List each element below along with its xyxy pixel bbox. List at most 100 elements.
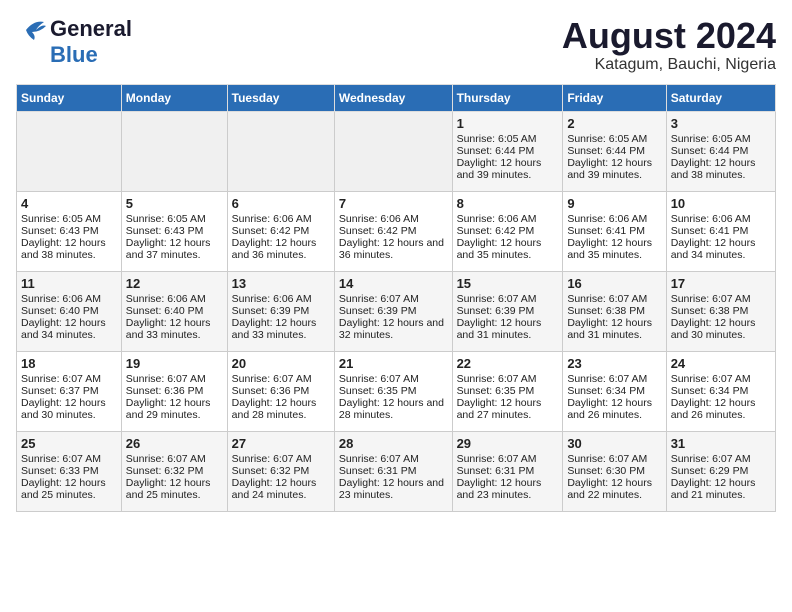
- day-info: Sunrise: 6:05 AMSunset: 6:44 PMDaylight:…: [567, 133, 661, 181]
- calendar-cell: 5Sunrise: 6:05 AMSunset: 6:43 PMDaylight…: [121, 191, 227, 271]
- day-number: 3: [671, 116, 771, 131]
- day-info: Sunrise: 6:05 AMSunset: 6:44 PMDaylight:…: [671, 133, 771, 181]
- day-number: 31: [671, 436, 771, 451]
- calendar-cell: [227, 111, 334, 191]
- day-info: Sunrise: 6:06 AMSunset: 6:42 PMDaylight:…: [339, 213, 448, 261]
- day-info: Sunrise: 6:07 AMSunset: 6:31 PMDaylight:…: [339, 453, 448, 501]
- day-number: 13: [232, 276, 330, 291]
- day-number: 16: [567, 276, 661, 291]
- calendar-cell: 30Sunrise: 6:07 AMSunset: 6:30 PMDayligh…: [563, 431, 666, 511]
- calendar-cell: 26 Sunrise: 6:07 AMSunset: 6:32 PMDayligh…: [121, 431, 227, 511]
- day-info: Sunrise: 6:07 AMSunset: 6:38 PMDaylight:…: [567, 293, 661, 341]
- day-info: Sunrise: 6:06 AMSunset: 6:40 PMDaylight:…: [21, 293, 117, 341]
- calendar-week-row: 25 Sunrise: 6:07 AMSunset: 6:33 PMDayligh…: [17, 431, 776, 511]
- calendar-cell: 7 Sunrise: 6:06 AMSunset: 6:42 PMDaylight…: [334, 191, 452, 271]
- calendar-cell: 8 Sunrise: 6:06 AMSunset: 6:42 PMDaylight…: [452, 191, 563, 271]
- day-number: 29: [457, 436, 559, 451]
- calendar-week-row: 1 Sunrise: 6:05 AMSunset: 6:44 PMDaylight…: [17, 111, 776, 191]
- calendar-cell: 4Sunrise: 6:05 AMSunset: 6:43 PMDaylight…: [17, 191, 122, 271]
- calendar-cell: 28 Sunrise: 6:07 AMSunset: 6:31 PMDayligh…: [334, 431, 452, 511]
- calendar-cell: 31 Sunrise: 6:07 AMSunset: 6:29 PMDayligh…: [666, 431, 775, 511]
- logo: General Blue: [16, 16, 132, 68]
- calendar-cell: 6 Sunrise: 6:06 AMSunset: 6:42 PMDaylight…: [227, 191, 334, 271]
- calendar-cell: 23Sunrise: 6:07 AMSunset: 6:34 PMDayligh…: [563, 351, 666, 431]
- day-info: Sunrise: 6:07 AMSunset: 6:29 PMDaylight:…: [671, 453, 771, 501]
- calendar-header-row: Sunday Monday Tuesday Wednesday Thursday…: [17, 84, 776, 111]
- day-number: 25: [21, 436, 117, 451]
- day-number: 1: [457, 116, 559, 131]
- day-number: 5: [126, 196, 223, 211]
- calendar-cell: 24 Sunrise: 6:07 AMSunset: 6:34 PMDayligh…: [666, 351, 775, 431]
- col-sunday: Sunday: [17, 84, 122, 111]
- col-saturday: Saturday: [666, 84, 775, 111]
- calendar-week-row: 4Sunrise: 6:05 AMSunset: 6:43 PMDaylight…: [17, 191, 776, 271]
- day-number: 9: [567, 196, 661, 211]
- day-number: 12: [126, 276, 223, 291]
- day-number: 22: [457, 356, 559, 371]
- calendar-cell: [17, 111, 122, 191]
- calendar-cell: 29 Sunrise: 6:07 AMSunset: 6:31 PMDayligh…: [452, 431, 563, 511]
- calendar-cell: 20Sunrise: 6:07 AMSunset: 6:36 PMDayligh…: [227, 351, 334, 431]
- calendar-cell: 12 Sunrise: 6:06 AMSunset: 6:40 PMDayligh…: [121, 271, 227, 351]
- calendar-cell: 15 Sunrise: 6:07 AMSunset: 6:39 PMDayligh…: [452, 271, 563, 351]
- col-friday: Friday: [563, 84, 666, 111]
- day-number: 17: [671, 276, 771, 291]
- day-info: Sunrise: 6:07 AMSunset: 6:32 PMDaylight:…: [232, 453, 330, 501]
- calendar-week-row: 18 Sunrise: 6:07 AMSunset: 6:37 PMDayligh…: [17, 351, 776, 431]
- day-number: 2: [567, 116, 661, 131]
- day-info: Sunrise: 6:07 AMSunset: 6:31 PMDaylight:…: [457, 453, 559, 501]
- day-info: Sunrise: 6:07 AMSunset: 6:34 PMDaylight:…: [671, 373, 771, 421]
- logo-icon: [16, 18, 46, 40]
- day-info: Sunrise: 6:07 AMSunset: 6:39 PMDaylight:…: [339, 293, 448, 341]
- day-info: Sunrise: 6:05 AMSunset: 6:44 PMDaylight:…: [457, 133, 559, 181]
- day-info: Sunrise: 6:07 AMSunset: 6:36 PMDaylight:…: [232, 373, 330, 421]
- calendar-cell: [334, 111, 452, 191]
- day-number: 7: [339, 196, 448, 211]
- day-number: 26: [126, 436, 223, 451]
- day-info: Sunrise: 6:06 AMSunset: 6:39 PMDaylight:…: [232, 293, 330, 341]
- calendar-cell: 2 Sunrise: 6:05 AMSunset: 6:44 PMDaylight…: [563, 111, 666, 191]
- day-info: Sunrise: 6:06 AMSunset: 6:42 PMDaylight:…: [457, 213, 559, 261]
- calendar-cell: 3 Sunrise: 6:05 AMSunset: 6:44 PMDaylight…: [666, 111, 775, 191]
- col-monday: Monday: [121, 84, 227, 111]
- page-subtitle: Katagum, Bauchi, Nigeria: [562, 56, 776, 74]
- day-info: Sunrise: 6:06 AMSunset: 6:40 PMDaylight:…: [126, 293, 223, 341]
- logo-text-blue: Blue: [50, 42, 98, 68]
- day-number: 6: [232, 196, 330, 211]
- day-number: 19: [126, 356, 223, 371]
- day-number: 24: [671, 356, 771, 371]
- calendar-cell: 13 Sunrise: 6:06 AMSunset: 6:39 PMDayligh…: [227, 271, 334, 351]
- calendar-cell: 27 Sunrise: 6:07 AMSunset: 6:32 PMDayligh…: [227, 431, 334, 511]
- calendar-cell: 11Sunrise: 6:06 AMSunset: 6:40 PMDayligh…: [17, 271, 122, 351]
- day-number: 8: [457, 196, 559, 211]
- calendar-cell: 14 Sunrise: 6:07 AMSunset: 6:39 PMDayligh…: [334, 271, 452, 351]
- day-number: 27: [232, 436, 330, 451]
- day-info: Sunrise: 6:06 AMSunset: 6:41 PMDaylight:…: [671, 213, 771, 261]
- day-info: Sunrise: 6:06 AMSunset: 6:42 PMDaylight:…: [232, 213, 330, 261]
- calendar-cell: 1 Sunrise: 6:05 AMSunset: 6:44 PMDaylight…: [452, 111, 563, 191]
- logo-text-general: General: [50, 16, 132, 42]
- col-thursday: Thursday: [452, 84, 563, 111]
- day-info: Sunrise: 6:07 AMSunset: 6:30 PMDaylight:…: [567, 453, 661, 501]
- day-number: 14: [339, 276, 448, 291]
- calendar-week-row: 11Sunrise: 6:06 AMSunset: 6:40 PMDayligh…: [17, 271, 776, 351]
- day-number: 18: [21, 356, 117, 371]
- day-number: 28: [339, 436, 448, 451]
- day-number: 15: [457, 276, 559, 291]
- day-info: Sunrise: 6:07 AMSunset: 6:36 PMDaylight:…: [126, 373, 223, 421]
- day-info: Sunrise: 6:05 AMSunset: 6:43 PMDaylight:…: [21, 213, 117, 261]
- calendar-table: Sunday Monday Tuesday Wednesday Thursday…: [16, 84, 776, 512]
- calendar-cell: 19 Sunrise: 6:07 AMSunset: 6:36 PMDayligh…: [121, 351, 227, 431]
- calendar-cell: 18 Sunrise: 6:07 AMSunset: 6:37 PMDayligh…: [17, 351, 122, 431]
- day-info: Sunrise: 6:07 AMSunset: 6:37 PMDaylight:…: [21, 373, 117, 421]
- calendar-cell: 21Sunrise: 6:07 AMSunset: 6:35 PMDayligh…: [334, 351, 452, 431]
- day-info: Sunrise: 6:07 AMSunset: 6:39 PMDaylight:…: [457, 293, 559, 341]
- calendar-cell: 22Sunrise: 6:07 AMSunset: 6:35 PMDayligh…: [452, 351, 563, 431]
- day-number: 23: [567, 356, 661, 371]
- header: General Blue August 2024 Katagum, Bauchi…: [16, 16, 776, 74]
- day-info: Sunrise: 6:07 AMSunset: 6:32 PMDaylight:…: [126, 453, 223, 501]
- day-info: Sunrise: 6:06 AMSunset: 6:41 PMDaylight:…: [567, 213, 661, 261]
- day-info: Sunrise: 6:07 AMSunset: 6:33 PMDaylight:…: [21, 453, 117, 501]
- col-tuesday: Tuesday: [227, 84, 334, 111]
- calendar-cell: 16 Sunrise: 6:07 AMSunset: 6:38 PMDayligh…: [563, 271, 666, 351]
